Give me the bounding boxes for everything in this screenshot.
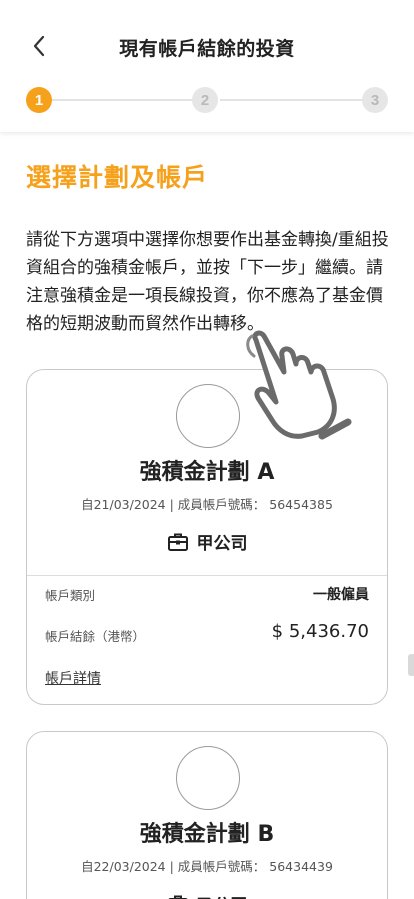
plan-subtitle: 自21/03/2024 | 成員帳戶號碼： 56454385	[81, 497, 333, 512]
account-details-link[interactable]: 帳戶詳情	[45, 668, 101, 688]
progress-stepper: 1 2 3	[26, 87, 388, 113]
step-1-indicator: 1	[26, 87, 52, 113]
step-3-indicator: 3	[362, 87, 388, 113]
company-row: 甲公司	[27, 529, 387, 554]
account-type-value: 一般僱員	[313, 587, 369, 603]
balance-label: 帳戶結餘（港幣）	[45, 629, 146, 644]
balance-value: $ 5,436.70	[271, 621, 369, 642]
step-connector	[52, 99, 192, 101]
page-title: 現有帳戶結餘的投資	[119, 38, 295, 60]
pointing-hand-icon	[246, 330, 352, 440]
plan-card-b[interactable]: 強積金計劃 B 自22/03/2024 | 成員帳戶號碼： 56434439 乙…	[26, 731, 388, 899]
briefcase-icon	[167, 533, 188, 551]
card-divider	[27, 575, 387, 576]
plan-logo	[176, 746, 240, 810]
instructions-text: 請從下方選項中選擇你想要作出基金轉換/重組投資組合的強積金帳戶，並按「下一步」繼…	[26, 230, 389, 334]
plan-logo	[176, 384, 240, 448]
company-name: 甲公司	[196, 534, 248, 554]
app-header: 現有帳戶結餘的投資 1 2 3	[0, 0, 414, 132]
plan-subtitle: 自22/03/2024 | 成員帳戶號碼： 56434439	[81, 859, 333, 874]
edge-handle[interactable]	[408, 654, 414, 676]
briefcase-icon	[167, 895, 188, 899]
company-name: 乙公司	[197, 891, 248, 899]
section-heading: 選擇計劃及帳戶	[26, 163, 209, 192]
company-row: 乙公司	[27, 891, 387, 899]
step-connector	[220, 99, 362, 101]
plan-name: 強積金計劃 A	[139, 460, 275, 485]
account-type-label: 帳戶類別	[45, 588, 96, 603]
plan-name: 強積金計劃 B	[139, 822, 275, 847]
step-2-indicator: 2	[192, 87, 218, 113]
